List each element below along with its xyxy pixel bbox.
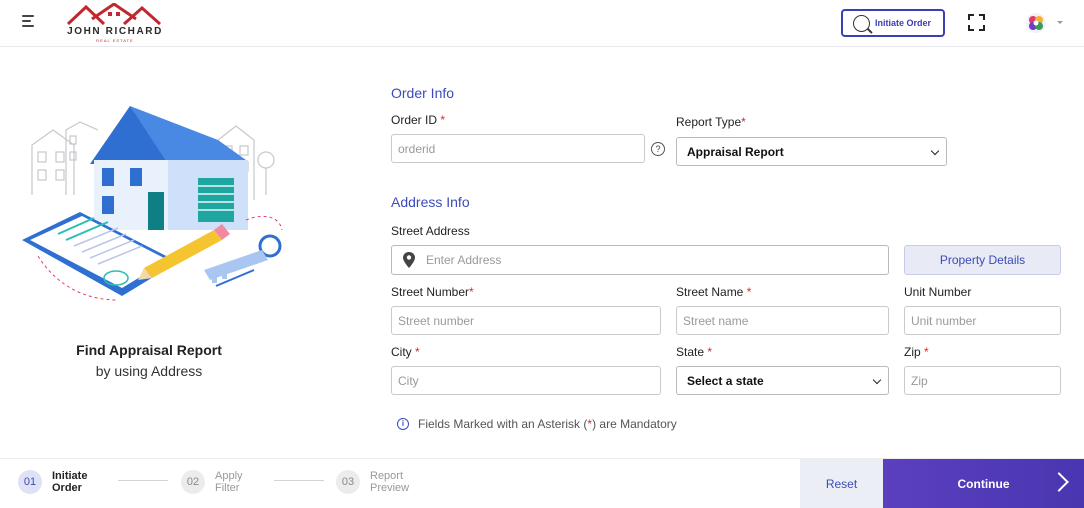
chevron-down-icon	[872, 375, 882, 385]
hamburger-icon[interactable]	[22, 15, 38, 29]
step-connector	[274, 480, 324, 481]
property-details-button[interactable]: Property Details	[904, 245, 1061, 275]
mandatory-note: i Fields Marked with an Asterisk ( * ) a…	[397, 417, 677, 431]
street-name-input[interactable]	[676, 306, 889, 335]
house-document-illustration	[22, 106, 283, 301]
order-info-heading: Order Info	[391, 85, 455, 101]
top-header: JOHN RICHARD REAL ESTATE Initiate Order	[0, 0, 1084, 47]
required-mark: *	[746, 285, 752, 299]
step-initiate-order[interactable]: 01 Initiate Order	[18, 470, 87, 494]
initiate-order-label: Initiate Order	[875, 18, 932, 28]
unit-number-input[interactable]	[904, 306, 1061, 335]
help-icon[interactable]: ?	[651, 142, 665, 156]
order-id-label: Order ID *	[391, 113, 446, 127]
report-type-select[interactable]: Appraisal Report	[676, 137, 947, 166]
street-name-label: Street Name *	[676, 285, 752, 299]
logo-subtitle: REAL ESTATE	[96, 38, 134, 43]
state-select[interactable]: Select a state	[676, 366, 889, 395]
street-number-input[interactable]	[391, 306, 661, 335]
avatar-dropdown-caret-icon[interactable]	[1057, 21, 1063, 24]
step-apply-filter[interactable]: 02 Apply Filter	[181, 470, 243, 494]
address-info-heading: Address Info	[391, 194, 470, 210]
city-label: City *	[391, 345, 420, 359]
report-type-label: Report Type*	[676, 115, 746, 129]
reset-button[interactable]: Reset	[800, 459, 883, 508]
search-icon	[853, 14, 870, 32]
continue-label: Continue	[957, 477, 1010, 491]
order-id-input[interactable]	[391, 134, 645, 163]
step-label: Apply Filter	[215, 470, 243, 494]
street-address-label: Street Address	[391, 224, 470, 238]
required-mark: *	[924, 345, 929, 359]
logo-name: JOHN RICHARD	[67, 26, 163, 37]
required-mark: *	[440, 113, 446, 127]
street-address-field[interactable]	[391, 245, 889, 275]
step-label: Initiate Order	[52, 470, 88, 494]
continue-button[interactable]: Continue	[883, 459, 1084, 508]
state-value: Select a state	[687, 373, 764, 388]
unit-number-label: Unit Number	[904, 285, 972, 299]
logo-roof-icon	[66, 3, 161, 25]
step-number: 01	[18, 470, 42, 494]
company-logo[interactable]: JOHN RICHARD REAL ESTATE	[60, 3, 170, 43]
left-panel-subtitle: by using Address	[95, 363, 203, 379]
info-icon: i	[397, 418, 409, 430]
page: JOHN RICHARD REAL ESTATE Initiate Order	[0, 0, 1084, 508]
chevron-down-icon	[930, 146, 940, 156]
fullscreen-icon[interactable]	[968, 14, 985, 31]
step-number: 02	[181, 470, 205, 494]
required-mark: *	[707, 345, 713, 359]
required-mark: *	[469, 285, 474, 299]
zip-input[interactable]	[904, 366, 1061, 395]
required-mark: *	[415, 345, 420, 359]
left-panel-title: Find Appraisal Report	[76, 342, 222, 358]
zip-label: Zip *	[904, 345, 929, 359]
user-avatar[interactable]	[1026, 13, 1046, 33]
step-connector	[118, 480, 168, 481]
street-number-label: Street Number*	[391, 285, 474, 299]
required-mark: *	[741, 115, 746, 129]
report-type-value: Appraisal Report	[687, 144, 784, 159]
initiate-order-button[interactable]: Initiate Order	[841, 9, 945, 37]
city-input[interactable]	[391, 366, 661, 395]
wizard-footer: 01 Initiate Order 02 Apply Filter 03 Repor…	[0, 458, 1084, 508]
step-report-preview[interactable]: 03 Report Preview	[336, 470, 409, 494]
state-label: State *	[676, 345, 713, 359]
street-address-input[interactable]	[426, 246, 881, 274]
location-pin-icon	[403, 252, 415, 268]
chevron-right-icon	[1049, 472, 1069, 492]
step-label: Report Preview	[370, 470, 410, 494]
step-number: 03	[336, 470, 360, 494]
